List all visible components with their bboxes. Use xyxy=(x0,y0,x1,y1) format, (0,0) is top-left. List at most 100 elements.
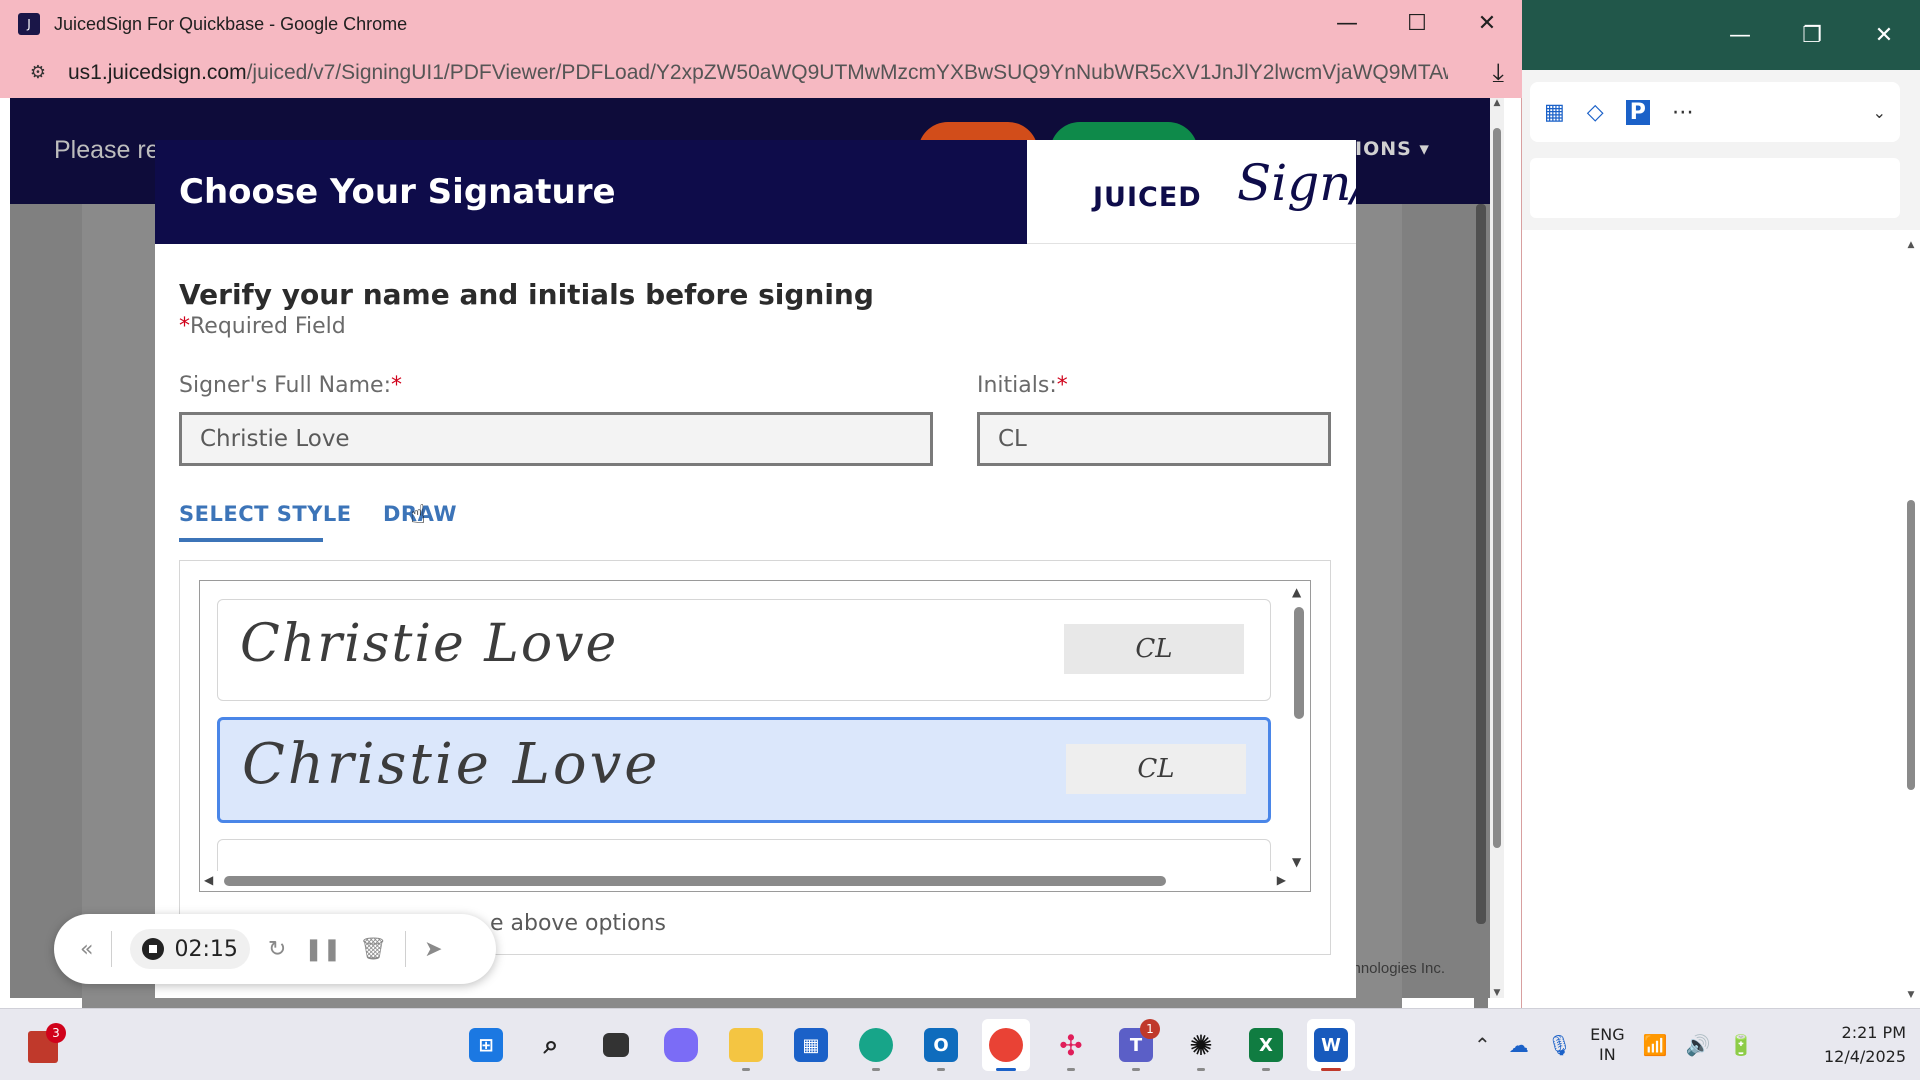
scrollbar-thumb[interactable] xyxy=(224,876,1166,886)
scroll-up-icon[interactable]: ▲ xyxy=(1292,585,1301,599)
start-button[interactable]: ⊞ xyxy=(462,1019,510,1071)
site-info-icon[interactable]: ⚙ xyxy=(18,56,58,90)
scroll-right-icon[interactable]: ▶ xyxy=(1277,873,1286,887)
minimize-icon[interactable]: — xyxy=(1704,23,1776,48)
teams-button[interactable]: T1 xyxy=(1112,1019,1160,1071)
task-view-button[interactable] xyxy=(592,1019,640,1071)
battery-icon[interactable]: 🔋 xyxy=(1728,1033,1753,1057)
onedrive-icon[interactable]: ☁ xyxy=(1509,1033,1529,1057)
background-app-ribbon: ▦ ◇ P ⋯ ⌄ xyxy=(1520,70,1920,230)
store-button[interactable]: ▦ xyxy=(787,1019,835,1071)
running-indicator xyxy=(742,1068,750,1071)
chevron-down-icon[interactable]: ⌄ xyxy=(1873,103,1886,122)
hand-cursor-icon: ☝ xyxy=(410,500,426,530)
books-app-icon[interactable]: 3 xyxy=(28,1023,68,1067)
chrome-icon xyxy=(989,1028,1023,1062)
maximize-icon[interactable]: ☐ xyxy=(1382,0,1452,48)
system-tray: ⌃ ☁ 🎙 ENG IN 📶 🔊 🔋 xyxy=(1474,1009,1753,1080)
collapse-icon[interactable]: « xyxy=(80,937,93,962)
recording-time: 02:15 xyxy=(174,936,238,962)
outlook-button[interactable]: O xyxy=(917,1019,965,1071)
scrollbar-thumb[interactable] xyxy=(1294,607,1304,719)
required-star: * xyxy=(391,373,402,398)
more-options-icon[interactable]: ⋯ xyxy=(1672,100,1694,125)
close-icon[interactable]: ✕ xyxy=(1452,0,1522,48)
edge-icon xyxy=(859,1028,893,1062)
background-app-scrollbar[interactable]: ▲ ▼ xyxy=(1904,240,1918,1000)
scrollbar-thumb[interactable] xyxy=(1493,128,1501,848)
choose-signature-modal: Choose Your Signature JUICED Sign/ Verif… xyxy=(155,140,1356,998)
chatgpt-icon: ✺ xyxy=(1189,1028,1213,1062)
list-vertical-scrollbar[interactable]: ▲ ▼ xyxy=(1288,581,1310,871)
initials-label-text: Initials: xyxy=(977,373,1057,398)
word-icon: W xyxy=(1314,1028,1348,1062)
active-tab-indicator xyxy=(179,538,323,542)
full-name-label-text: Signer's Full Name: xyxy=(179,373,391,398)
task-view-icon xyxy=(603,1033,629,1057)
scroll-up-icon[interactable]: ▲ xyxy=(1904,240,1918,250)
wifi-icon[interactable]: 📶 xyxy=(1643,1033,1668,1057)
copilot-icon xyxy=(664,1028,698,1062)
word-button[interactable]: W xyxy=(1307,1019,1355,1071)
header-message: Please re xyxy=(54,136,160,164)
chrome-button[interactable] xyxy=(982,1019,1030,1071)
options-menu[interactable]: IONS ▾ xyxy=(1355,138,1430,160)
scrollbar-thumb[interactable] xyxy=(1476,204,1486,924)
juicedsign-favicon-icon: J xyxy=(18,13,40,35)
diamond-icon[interactable]: ◇ xyxy=(1587,100,1604,125)
edge-button[interactable] xyxy=(852,1019,900,1071)
clock-date: 12/4/2025 xyxy=(1823,1047,1906,1066)
scroll-up-icon[interactable]: ▲ xyxy=(1490,98,1504,108)
scroll-down-icon[interactable]: ▼ xyxy=(1292,855,1301,869)
scroll-left-icon[interactable]: ◀ xyxy=(204,873,213,887)
initials-input[interactable] xyxy=(977,412,1331,466)
restart-icon[interactable]: ↻ xyxy=(268,937,286,962)
scrollbar-thumb[interactable] xyxy=(1907,500,1915,790)
system-clock[interactable]: 2:21 PM 12/4/2025 xyxy=(1806,1021,1906,1069)
running-indicator xyxy=(996,1068,1016,1071)
scroll-down-icon[interactable]: ▼ xyxy=(1490,988,1504,998)
download-icon[interactable]: ⤓ xyxy=(1493,58,1505,89)
excel-button[interactable]: X xyxy=(1242,1019,1290,1071)
list-horizontal-scrollbar[interactable]: ◀ ▶ xyxy=(200,871,1310,891)
chevron-up-icon[interactable]: ⌃ xyxy=(1474,1033,1491,1057)
running-indicator xyxy=(1321,1068,1341,1071)
signature-option[interactable]: Christie Love CL xyxy=(217,599,1271,701)
restore-icon[interactable]: ❐ xyxy=(1776,23,1848,48)
footer-copyright: chnologies Inc. xyxy=(1345,960,1446,977)
volume-icon[interactable]: 🔊 xyxy=(1686,1033,1711,1057)
full-name-input[interactable] xyxy=(179,412,933,466)
background-app-window: — ❐ ✕ ▦ ◇ P ⋯ ⌄ ▲ ▼ xyxy=(1520,0,1920,1008)
required-field-note: *Required Field xyxy=(179,314,346,339)
microphone-icon[interactable]: 🎙 xyxy=(1547,1033,1572,1057)
copilot-button[interactable] xyxy=(657,1019,705,1071)
file-explorer-button[interactable] xyxy=(722,1019,770,1071)
p-app-icon[interactable]: P xyxy=(1625,99,1650,125)
delete-icon[interactable]: 🗑 xyxy=(359,937,387,962)
stop-recording-icon[interactable] xyxy=(142,938,165,960)
scroll-down-icon[interactable]: ▼ xyxy=(1904,990,1918,1000)
close-icon[interactable]: ✕ xyxy=(1848,23,1920,48)
page-scrollbar[interactable]: ▲ ▼ xyxy=(1490,98,1504,998)
pause-icon[interactable]: ❚❚ xyxy=(304,937,341,962)
slack-button[interactable]: ✣ xyxy=(1047,1019,1095,1071)
pointer-icon[interactable]: ➤ xyxy=(424,937,442,962)
required-star: * xyxy=(1056,373,1068,398)
signature-option-selected[interactable]: Christie Love CL xyxy=(217,717,1271,823)
tab-select-style[interactable]: SELECT STYLE xyxy=(179,502,352,526)
running-indicator xyxy=(1132,1068,1140,1071)
document-scrollbar[interactable] xyxy=(1474,204,1488,1038)
signature-style-panel: Christie Love CL Christie Love CL ▲ ▼ ◀ … xyxy=(179,560,1331,955)
url-text[interactable]: us1.juicedsign.com/juiced/v7/SigningUI1/… xyxy=(68,61,1448,85)
juicedsign-logo: JUICED Sign/ xyxy=(1027,140,1356,244)
running-indicator xyxy=(937,1068,945,1071)
notification-badge: 3 xyxy=(46,1023,66,1043)
search-button[interactable]: ⌕ xyxy=(527,1019,575,1071)
divider xyxy=(405,931,407,967)
table-icon[interactable]: ▦ xyxy=(1544,100,1565,125)
language-indicator[interactable]: ENG IN xyxy=(1590,1025,1624,1065)
search-icon: ⌕ xyxy=(543,1029,559,1060)
modal-title: Choose Your Signature xyxy=(179,172,616,212)
chatgpt-button[interactable]: ✺ xyxy=(1177,1019,1225,1071)
minimize-icon[interactable]: — xyxy=(1312,0,1382,48)
